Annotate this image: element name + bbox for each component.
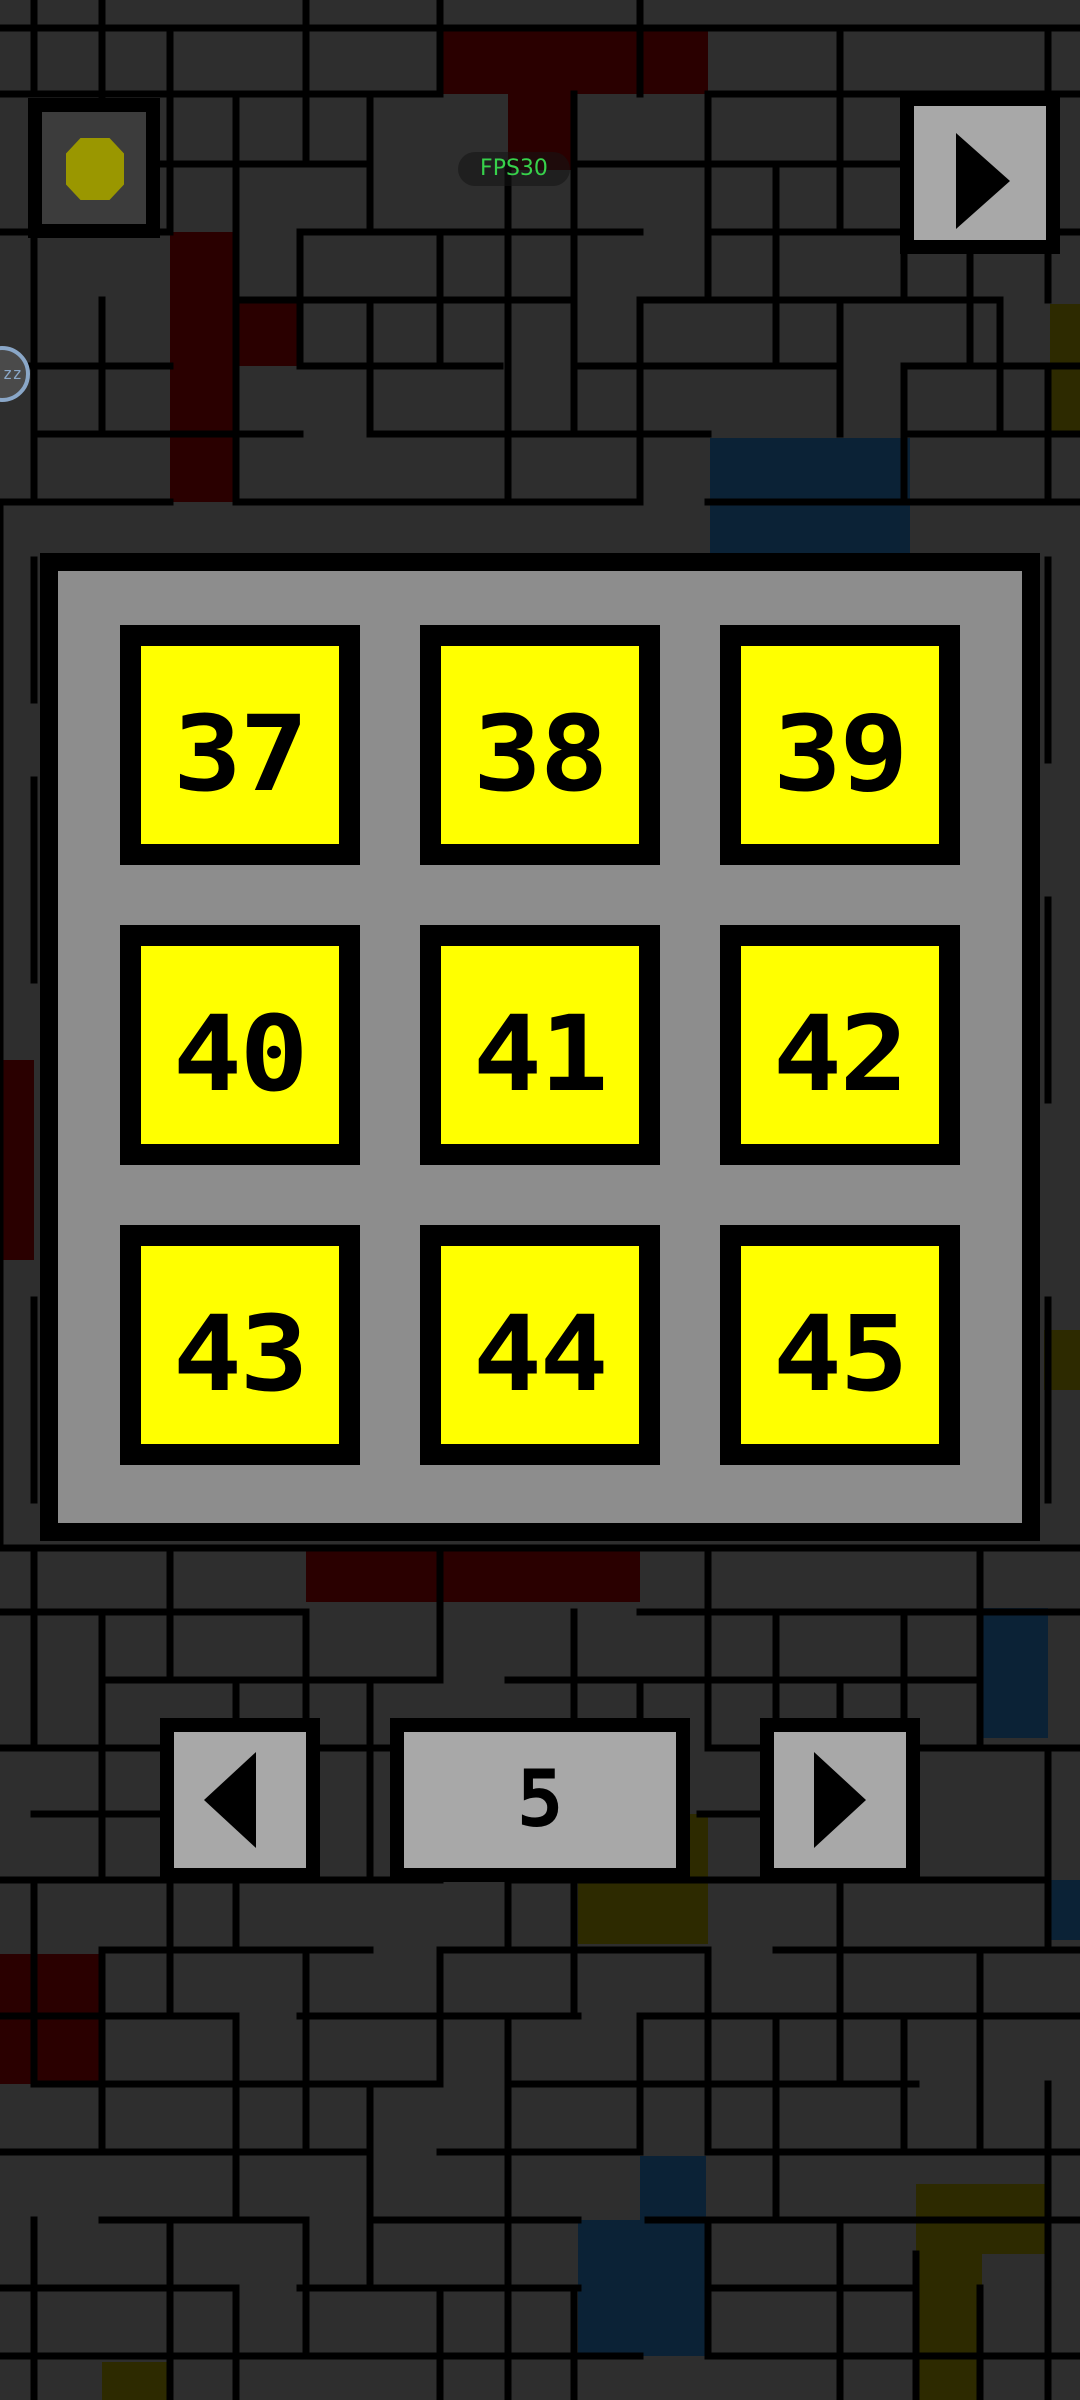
level-number: 43 — [173, 1293, 309, 1415]
coin-button[interactable] — [28, 98, 160, 238]
next-page-button[interactable] — [760, 1718, 920, 1882]
level-number: 37 — [173, 693, 309, 815]
level-number: 40 — [173, 993, 309, 1115]
level-button-41[interactable]: 41 — [420, 925, 660, 1165]
level-button-43[interactable]: 43 — [120, 1225, 360, 1465]
prev-page-face — [174, 1732, 306, 1868]
level-grid: 37 38 39 40 41 42 43 44 45 — [58, 571, 1022, 1523]
level-button-39[interactable]: 39 — [720, 625, 960, 865]
arrow-left-icon — [204, 1752, 256, 1848]
play-button-face — [914, 106, 1046, 240]
level-button-40[interactable]: 40 — [120, 925, 360, 1165]
arrow-right-icon — [814, 1752, 866, 1848]
coin-icon — [66, 138, 124, 200]
level-select-panel: 37 38 39 40 41 42 43 44 45 — [40, 553, 1040, 1541]
prev-page-button[interactable] — [160, 1718, 320, 1882]
level-number: 42 — [773, 993, 909, 1115]
next-page-face — [774, 1732, 906, 1868]
level-number: 38 — [473, 693, 609, 815]
page-indicator: 5 — [390, 1718, 690, 1882]
level-number: 44 — [473, 1293, 609, 1415]
fps-counter: FPS30 — [458, 152, 570, 186]
level-number: 41 — [473, 993, 609, 1115]
level-button-42[interactable]: 42 — [720, 925, 960, 1165]
play-button[interactable] — [900, 92, 1060, 254]
side-badge-label: zz — [2, 364, 22, 383]
level-button-44[interactable]: 44 — [420, 1225, 660, 1465]
level-number: 45 — [773, 1293, 909, 1415]
level-button-45[interactable]: 45 — [720, 1225, 960, 1465]
play-icon — [956, 133, 1010, 229]
coin-button-face — [42, 112, 146, 224]
level-number: 39 — [773, 693, 909, 815]
level-button-38[interactable]: 38 — [420, 625, 660, 865]
page-number: 5 — [516, 1755, 564, 1845]
level-button-37[interactable]: 37 — [120, 625, 360, 865]
